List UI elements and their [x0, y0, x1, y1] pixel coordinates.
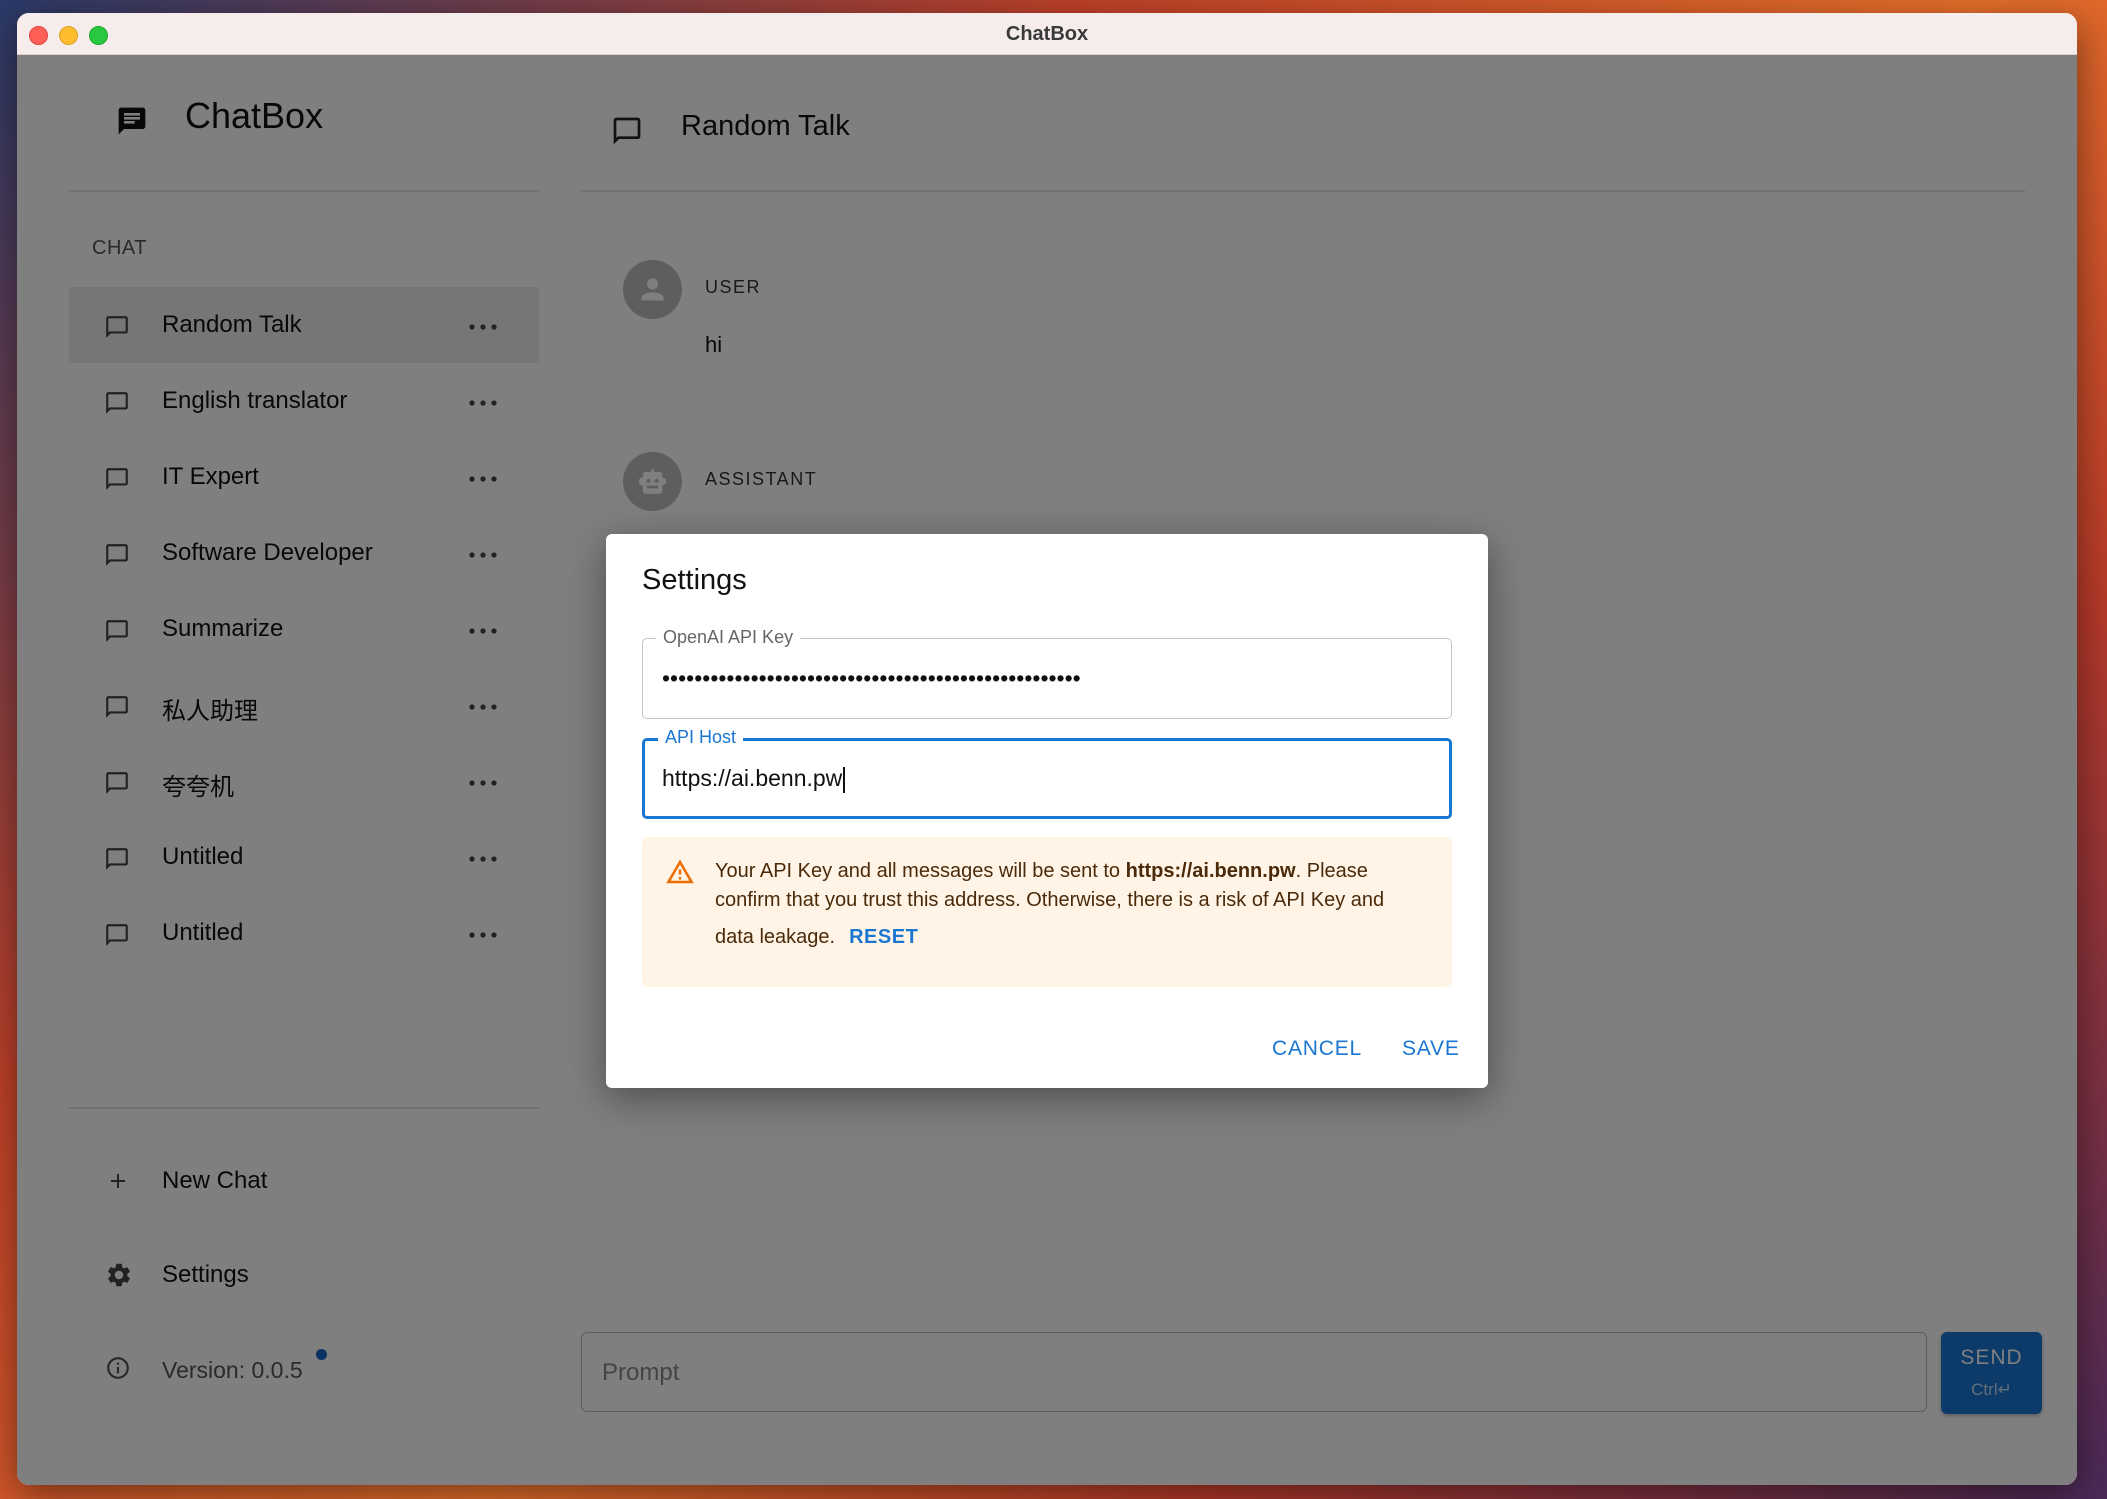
warning-tail: data leakage.	[715, 926, 836, 948]
warning-triangle-icon	[666, 859, 694, 884]
text-caret	[843, 766, 846, 793]
save-button[interactable]: SAVE	[1402, 1037, 1460, 1061]
api-host-value: https://ai.benn.pw	[662, 765, 843, 791]
api-host-input[interactable]: https://ai.benn.pw	[662, 741, 1422, 816]
api-key-field: OpenAI API Key •••••••••••••••••••••••••…	[642, 627, 1452, 719]
api-host-field: API Host https://ai.benn.pw	[642, 727, 1452, 819]
settings-dialog: Settings OpenAI API Key ••••••••••••••••…	[606, 534, 1488, 1088]
warning-alert: Your API Key and all messages will be se…	[642, 837, 1452, 987]
reset-link[interactable]: RESET	[849, 926, 918, 948]
api-key-input[interactable]: ••••••••••••••••••••••••••••••••••••••••…	[662, 639, 1422, 718]
title-bar: ChatBox	[17, 13, 2077, 55]
warning-host: https://ai.benn.pw	[1125, 860, 1296, 882]
warning-line-3: data leakage. RESET	[715, 926, 918, 949]
dialog-title: Settings	[642, 564, 747, 596]
cancel-button[interactable]: CANCEL	[1272, 1037, 1362, 1061]
warning-text: Your API Key and all messages will be se…	[715, 857, 1435, 915]
window-title: ChatBox	[1005, 23, 1089, 45]
app-content: ChatBox CHAT Random Talk English transla…	[17, 55, 2077, 1485]
warning-prefix: Your API Key and all messages will be se…	[715, 860, 1126, 882]
app-window: ChatBox ChatBox CHAT Random Talk English…	[17, 13, 2077, 1485]
